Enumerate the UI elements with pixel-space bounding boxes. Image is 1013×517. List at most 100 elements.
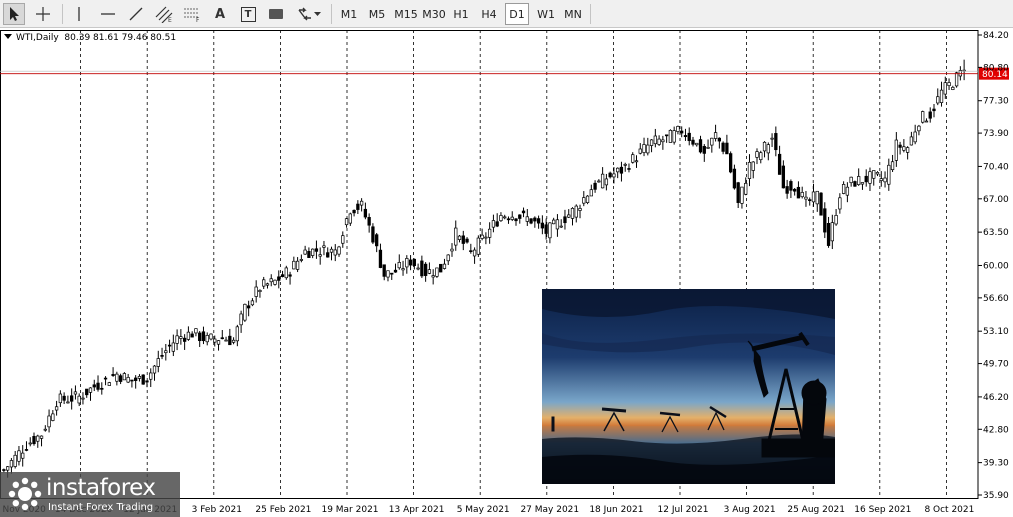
candle-body xyxy=(130,379,134,382)
candle-body xyxy=(932,108,936,112)
price-axis-tick-label: 67.00 xyxy=(983,195,1009,205)
candle-body xyxy=(627,168,631,170)
trendline-tool-button[interactable] xyxy=(124,3,148,25)
text-label-tool-button[interactable]: T xyxy=(236,3,260,25)
candle-body xyxy=(853,181,857,187)
timeframe-m1[interactable]: M1 xyxy=(337,3,361,25)
candle-body xyxy=(555,219,560,230)
candle-body xyxy=(510,216,514,220)
candle-body xyxy=(623,163,627,166)
watermark-tagline: Instant Forex Trading xyxy=(48,502,154,513)
candle-body xyxy=(744,182,748,195)
candle-body xyxy=(774,133,778,151)
candle-body xyxy=(292,260,296,270)
candle-body xyxy=(284,267,288,279)
candle-body xyxy=(77,395,81,404)
candle-body xyxy=(781,165,786,189)
candle-body xyxy=(691,139,695,145)
crosshair-tool-button[interactable] xyxy=(31,3,55,25)
candle-body xyxy=(5,466,10,471)
timeframe-m30[interactable]: M30 xyxy=(420,3,448,25)
candle-body xyxy=(258,290,262,292)
candle-body xyxy=(672,130,676,143)
candle-body xyxy=(209,333,213,340)
candle-body xyxy=(363,208,368,218)
candle-body xyxy=(231,339,236,343)
time-axis-tick-label: 12 Jul 2021 xyxy=(658,505,709,515)
price-axis-tick-label: 53.10 xyxy=(983,327,1009,337)
candle-body xyxy=(190,333,194,338)
candle-body xyxy=(118,375,123,382)
candle-body xyxy=(484,236,488,239)
fibonacci-tool-button[interactable]: F xyxy=(180,3,204,25)
candle-body xyxy=(668,129,673,143)
candle-body xyxy=(947,82,951,86)
candle-body xyxy=(514,218,518,222)
time-axis-tick-label: 13 Apr 2021 xyxy=(389,505,445,515)
candle-body xyxy=(47,415,51,428)
price-axis-tick-label: 56.60 xyxy=(983,294,1009,304)
candle-body xyxy=(804,196,808,200)
timeframe-mn[interactable]: MN xyxy=(561,3,585,25)
candle-body xyxy=(126,377,130,383)
candle-body xyxy=(205,335,209,343)
candle-body xyxy=(687,132,691,142)
candle-body xyxy=(111,374,115,376)
candle-body xyxy=(442,263,447,269)
candle-body xyxy=(465,238,469,243)
candle-body xyxy=(348,213,352,224)
price-axis-tick-label: 73.90 xyxy=(983,129,1009,139)
candle-body xyxy=(367,217,371,226)
candle-body xyxy=(759,152,763,161)
candle-body xyxy=(21,452,25,459)
candle-body xyxy=(860,182,865,185)
candle-body xyxy=(254,286,258,297)
candle-body xyxy=(288,274,292,277)
timeframe-h4[interactable]: H4 xyxy=(477,3,501,25)
oil-pump-jacks-at-sunset-photo xyxy=(542,289,835,484)
candle-body xyxy=(160,355,164,357)
candle-body xyxy=(653,135,657,145)
arrows-tool-dropdown[interactable] xyxy=(292,3,324,25)
equidistant-channel-tool-button[interactable]: E xyxy=(152,3,176,25)
toolbar-separator xyxy=(590,4,591,24)
cursor-tool-button[interactable] xyxy=(3,3,25,25)
candle-body xyxy=(390,272,394,275)
legend-symbol: WTI,Daily xyxy=(16,33,59,43)
candle-body xyxy=(416,267,420,270)
horizontal-line-tool-button[interactable] xyxy=(96,3,120,25)
candle-body xyxy=(382,264,386,277)
candle-body xyxy=(766,144,770,154)
candle-body xyxy=(54,406,59,411)
timeframe-d1[interactable]: D1 xyxy=(505,3,529,25)
time-axis-tick-label: 25 Aug 2021 xyxy=(787,505,845,515)
timeframe-m15[interactable]: M15 xyxy=(392,3,420,25)
candle-body xyxy=(341,235,345,244)
candle-body xyxy=(713,132,718,139)
timeframe-h1[interactable]: H1 xyxy=(450,3,472,25)
price-axis-tick-label: 77.30 xyxy=(983,97,1009,107)
price-chart[interactable]: 80.14 84.20 80.80 77.30 73.90 70.40 67.00 63.5… xyxy=(0,28,1013,517)
candle-body xyxy=(808,199,812,201)
candle-body xyxy=(661,139,665,143)
text-tool-button[interactable]: A xyxy=(208,3,232,25)
toolbar-separator xyxy=(331,4,332,24)
rectangle-tool-button[interactable] xyxy=(264,3,288,25)
candle-body xyxy=(563,216,567,224)
candle-body xyxy=(92,384,96,388)
timeframe-m5[interactable]: M5 xyxy=(364,3,390,25)
text-label-icon: T xyxy=(240,6,256,22)
candle-body xyxy=(917,125,921,132)
candle-body xyxy=(834,215,838,225)
candle-body xyxy=(536,218,541,224)
candle-body xyxy=(13,454,17,467)
timeframe-w1[interactable]: W1 xyxy=(534,3,558,25)
candle-body xyxy=(277,276,281,281)
vertical-line-tool-button[interactable] xyxy=(68,3,90,25)
candle-body xyxy=(9,460,14,468)
collapse-triangle-icon[interactable] xyxy=(4,34,12,39)
candle-body xyxy=(375,234,379,247)
candle-body xyxy=(182,337,187,342)
candle-body xyxy=(811,191,816,203)
candle-body xyxy=(939,89,944,103)
